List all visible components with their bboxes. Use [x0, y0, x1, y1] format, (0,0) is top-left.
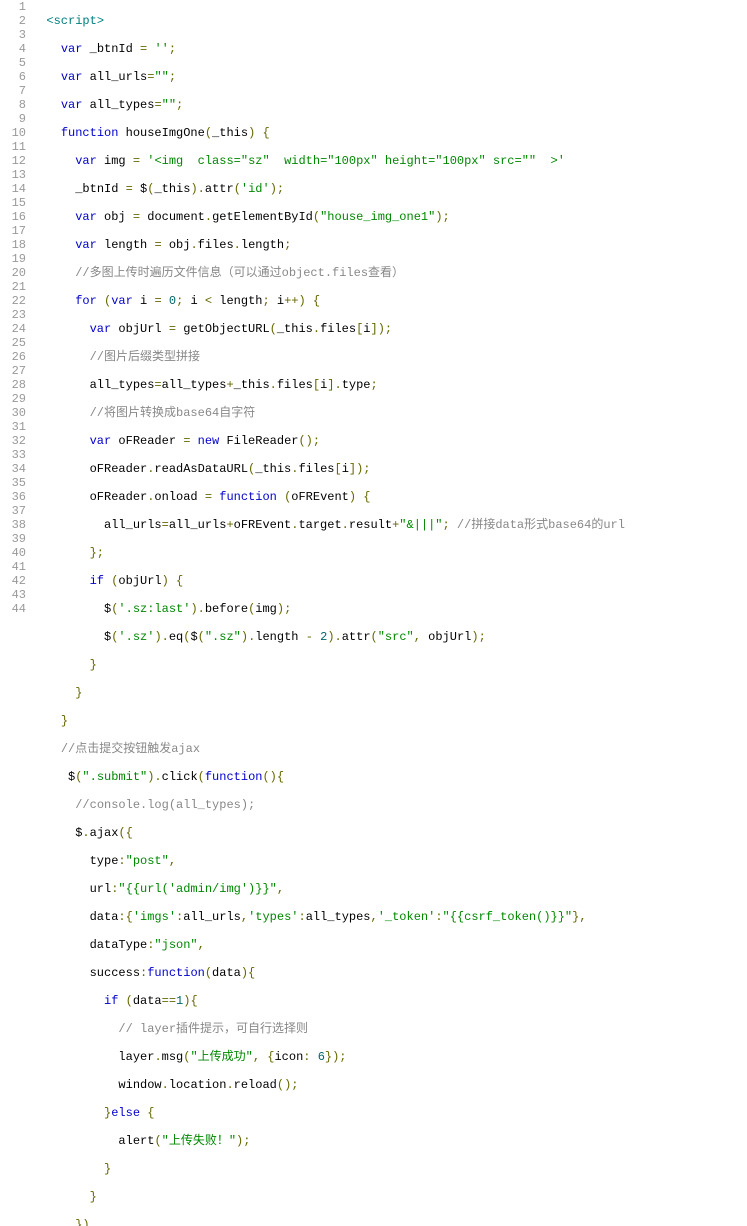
line-number-gutter: 12345678910 11121314151617181920 2122232…	[0, 0, 32, 1226]
code-content[interactable]: <script> var _btnId = ''; var all_urls="…	[32, 0, 747, 1226]
code-editor: 12345678910 11121314151617181920 2122232…	[0, 0, 747, 1226]
